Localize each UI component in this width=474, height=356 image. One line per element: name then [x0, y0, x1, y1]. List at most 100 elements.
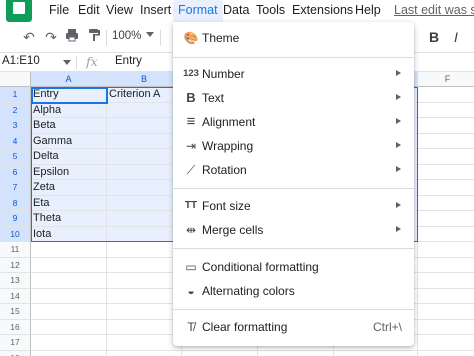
- grid-cell[interactable]: 1: [107, 195, 182, 211]
- grid-cell[interactable]: [418, 227, 474, 242]
- grid-cell[interactable]: [31, 257, 107, 273]
- menu-file[interactable]: File: [49, 3, 69, 17]
- grid-cell[interactable]: [107, 273, 182, 289]
- row-header[interactable]: 6: [0, 164, 31, 180]
- grid-cell[interactable]: 1: [107, 180, 182, 196]
- grid-cell[interactable]: [418, 242, 474, 258]
- grid-cell[interactable]: Delta: [31, 149, 107, 165]
- format-menu-item-alternating-colors[interactable]: ◒ Alternating colors: [173, 279, 414, 303]
- row-header[interactable]: 14: [0, 288, 31, 304]
- zoom-select[interactable]: 100%: [112, 30, 141, 42]
- grid-cell[interactable]: [418, 258, 474, 273]
- grid-cell[interactable]: Epsilon: [31, 164, 107, 180]
- menu-extensions[interactable]: Extensions: [292, 3, 353, 17]
- italic-button[interactable]: I: [454, 29, 458, 45]
- grid-cell[interactable]: 1: [107, 118, 182, 134]
- grid-cell[interactable]: [31, 319, 107, 335]
- column-header[interactable]: B: [107, 72, 182, 87]
- row-header[interactable]: 11: [0, 242, 31, 258]
- undo-icon[interactable]: ↶: [20, 28, 38, 46]
- grid-cell[interactable]: Iota: [31, 226, 107, 242]
- grid-cell[interactable]: [258, 350, 334, 356]
- format-menu-item-theme[interactable]: 🎨 Theme: [173, 26, 414, 50]
- grid-cell[interactable]: 1: [107, 133, 182, 149]
- grid-cell[interactable]: [31, 335, 107, 351]
- grid-cell[interactable]: [418, 335, 474, 351]
- format-menu-item-clear-formatting[interactable]: T̸ Clear formatting Ctrl+\: [173, 315, 414, 339]
- grid-cell[interactable]: [418, 211, 474, 227]
- row-header[interactable]: 16: [0, 319, 31, 335]
- grid-cell[interactable]: [107, 304, 182, 320]
- grid-cell[interactable]: [107, 149, 182, 165]
- grid-cell[interactable]: Eta: [31, 195, 107, 211]
- grid-cell[interactable]: [107, 288, 182, 304]
- format-menu-item-number[interactable]: 123 Number: [173, 62, 414, 86]
- format-menu-item-alignment[interactable]: ≡ Alignment: [173, 110, 414, 134]
- row-header[interactable]: 1: [0, 87, 31, 103]
- menu-data[interactable]: Data: [223, 3, 249, 17]
- grid-cell[interactable]: [107, 350, 182, 356]
- grid-cell[interactable]: Gamma: [31, 133, 107, 149]
- grid-cell[interactable]: [418, 320, 474, 335]
- grid-cell[interactable]: [418, 103, 474, 118]
- grid-cell[interactable]: [418, 196, 474, 211]
- grid-cell[interactable]: [418, 149, 474, 165]
- format-menu-item-merge-cells[interactable]: ⇹ Merge cells: [173, 218, 414, 242]
- grid-cell[interactable]: [418, 273, 474, 289]
- row-header[interactable]: 13: [0, 273, 31, 289]
- grid-cell[interactable]: [107, 242, 182, 258]
- formula-input[interactable]: Entry: [115, 55, 142, 67]
- row-header[interactable]: 9: [0, 211, 31, 227]
- row-header[interactable]: 7: [0, 180, 31, 196]
- row-header[interactable]: 5: [0, 149, 31, 165]
- grid-cell[interactable]: [418, 165, 474, 180]
- grid-cell[interactable]: Entry: [31, 87, 107, 103]
- grid-cell[interactable]: [334, 350, 418, 356]
- row-header[interactable]: 8: [0, 195, 31, 211]
- column-header[interactable]: F: [418, 72, 474, 87]
- bold-button[interactable]: B: [429, 29, 439, 45]
- grid-cell[interactable]: [107, 335, 182, 351]
- grid-cell[interactable]: [107, 319, 182, 335]
- format-menu-item-font-size[interactable]: TT Font size: [173, 194, 414, 218]
- grid-cell[interactable]: [418, 134, 474, 149]
- format-menu-item-conditional-formatting[interactable]: ▭ Conditional formatting: [173, 255, 414, 279]
- grid-cell[interactable]: 1: [107, 164, 182, 180]
- grid-cell[interactable]: [31, 350, 107, 356]
- grid-cell[interactable]: Criterion A: [107, 87, 182, 103]
- menu-view[interactable]: View: [106, 3, 133, 17]
- grid-cell[interactable]: [182, 350, 258, 356]
- grid-cell[interactable]: Zeta: [31, 180, 107, 196]
- select-all-corner[interactable]: [0, 72, 31, 87]
- grid-cell[interactable]: 1: [107, 102, 182, 118]
- redo-icon[interactable]: ↷: [42, 28, 60, 46]
- grid-cell[interactable]: Alpha: [31, 102, 107, 118]
- grid-cell[interactable]: Beta: [31, 118, 107, 134]
- format-menu-item-text[interactable]: B Text: [173, 86, 414, 110]
- row-header[interactable]: 17: [0, 335, 31, 351]
- menu-help[interactable]: Help: [355, 3, 381, 17]
- grid-cell[interactable]: [31, 273, 107, 289]
- name-box[interactable]: A1:E10: [2, 55, 40, 67]
- grid-cell[interactable]: [418, 180, 474, 196]
- format-menu-item-rotation[interactable]: ⟋ Rotation: [173, 158, 414, 182]
- chevron-down-icon[interactable]: [63, 60, 71, 65]
- menu-tools[interactable]: Tools: [256, 3, 285, 17]
- chevron-down-icon[interactable]: [146, 32, 154, 37]
- row-header[interactable]: 12: [0, 257, 31, 273]
- grid-cell[interactable]: [418, 289, 474, 304]
- row-header[interactable]: 3: [0, 118, 31, 134]
- grid-cell[interactable]: [418, 118, 474, 134]
- menu-insert[interactable]: Insert: [140, 3, 171, 17]
- grid-cell[interactable]: Theta: [31, 211, 107, 227]
- paint-format-icon[interactable]: [85, 28, 103, 46]
- row-header[interactable]: 2: [0, 102, 31, 118]
- menu-edit[interactable]: Edit: [78, 3, 100, 17]
- grid-cell[interactable]: [418, 87, 474, 103]
- row-header[interactable]: 4: [0, 133, 31, 149]
- grid-cell[interactable]: [31, 288, 107, 304]
- format-menu-item-wrapping[interactable]: ⇥ Wrapping: [173, 134, 414, 158]
- row-header[interactable]: 15: [0, 304, 31, 320]
- sheets-logo-icon[interactable]: [6, 0, 32, 22]
- grid-cell[interactable]: 1: [107, 226, 182, 242]
